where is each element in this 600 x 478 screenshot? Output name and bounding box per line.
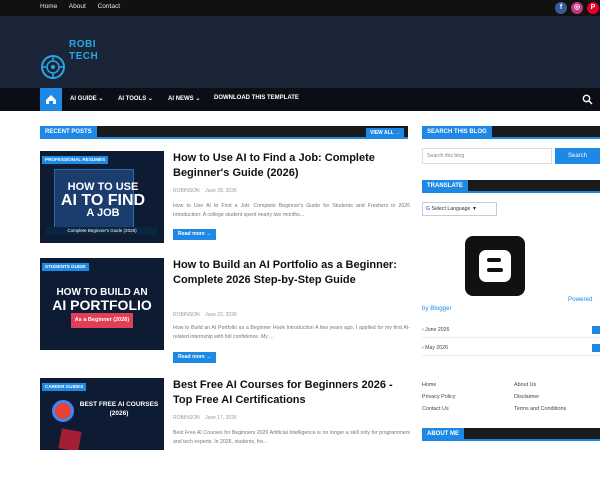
search-button[interactable]: Search (555, 148, 600, 164)
read-more-button[interactable]: Read more → (173, 352, 217, 363)
nav-download-template[interactable]: DOWNLOAD THIS TEMPLATE (214, 95, 299, 101)
top-bar: Home About Contact f ◎ P (0, 0, 600, 16)
post-thumbnail[interactable]: PROFESSIONAL RESUMES HOW TO USE AI TO FI… (40, 151, 164, 243)
archive-label: › May 2026 (422, 345, 448, 351)
thumb-line: (2026) (109, 410, 129, 417)
post-excerpt: How to Build an AI Portfolio as a Beginn… (173, 325, 410, 340)
recent-posts-title: RECENT POSTS (40, 126, 97, 139)
nav-ai-tools[interactable]: AI TOOLS ⌄ (118, 95, 153, 102)
translate-title: TRANSLATE (422, 180, 468, 193)
post-category-badge[interactable]: PROFESSIONAL RESUMES (42, 156, 109, 164)
thumb-line: BEST FREE AI COURSES (79, 401, 159, 408)
nav-ai-guide[interactable]: AI GUIDE ⌄ (70, 95, 103, 102)
post-thumbnail[interactable]: CAREER GUIDES BEST FREE AI COURSES (2026… (40, 378, 164, 450)
instagram-icon[interactable]: ◎ (571, 2, 583, 14)
blogger-b-bar (487, 258, 501, 262)
post-excerpt: How to Use AI to Find a Job: Complete Be… (173, 203, 410, 218)
site-header: ROBI TECH (0, 16, 600, 88)
post-category-badge[interactable]: STUDENTS GUIDE (42, 263, 89, 271)
archive-item[interactable]: › May 2026 (422, 342, 600, 356)
page-link-about[interactable]: About Us (514, 382, 536, 388)
search-blog-title: SEARCH THIS BLOG (422, 126, 492, 139)
blogger-b-shape (479, 250, 511, 282)
harvard-logo-icon (58, 428, 82, 450)
blogger-b-bar (487, 268, 503, 272)
facebook-icon[interactable]: f (555, 2, 567, 14)
search-icon[interactable] (582, 94, 593, 105)
language-select-label: Select Language ▼ (431, 206, 478, 212)
post-meta: ROBINSON June 17, 2026 (173, 415, 237, 421)
nav-ai-news[interactable]: AI NEWS ⌄ (168, 95, 200, 102)
post-card: CAREER GUIDES BEST FREE AI COURSES (2026… (40, 378, 410, 478)
thumb-line: AI TO FIND (60, 192, 146, 209)
top-link-about[interactable]: About (69, 3, 86, 10)
page-link-disclaimer[interactable]: Disclaimer (514, 394, 539, 400)
search-input[interactable]: Search this blog (422, 148, 552, 164)
post-meta: ROBINSON June 22, 2026 (173, 312, 237, 318)
read-more-button[interactable]: Read more → (173, 229, 217, 240)
archive-label: › June 2026 (422, 327, 450, 333)
translate-header: TRANSLATE (422, 180, 600, 193)
view-all-button[interactable]: VIEW ALL → (366, 128, 404, 137)
language-select[interactable]: G Select Language ▼ (422, 202, 497, 216)
site-logo-text[interactable]: ROBI TECH (69, 39, 98, 63)
recent-posts-header: RECENT POSTS VIEW ALL → (40, 126, 408, 139)
search-blog-header: SEARCH THIS BLOG (422, 126, 600, 139)
post-date: June 28, 2026 (205, 188, 237, 194)
about-me-header: ABOUT ME (422, 428, 600, 441)
post-card: PROFESSIONAL RESUMES HOW TO USE AI TO FI… (40, 151, 410, 251)
post-category-badge[interactable]: CAREER GUIDES (42, 383, 87, 391)
post-thumbnail[interactable]: STUDENTS GUIDE HOW TO BUILD AN AI PORTFO… (40, 258, 164, 350)
top-links: Home About Contact (40, 3, 130, 10)
archive-item[interactable]: › June 2026 (422, 324, 600, 338)
post-author[interactable]: ROBINSON (173, 312, 200, 318)
thumb-subtitle: Complete Beginner's Guide (2026) (46, 227, 158, 235)
thumb-line: AI PORTFOLIO (52, 297, 152, 313)
post-author[interactable]: ROBINSON (173, 188, 200, 194)
brand-line-2: TECH (69, 51, 99, 62)
top-link-home[interactable]: Home (40, 3, 57, 10)
page-link-contact[interactable]: Contact Us (422, 406, 449, 412)
archive-count-badge (592, 326, 600, 334)
google-logo-icon (52, 400, 74, 422)
post-title[interactable]: How to Build an AI Portfolio as a Beginn… (173, 258, 410, 288)
post-title[interactable]: How to Use AI to Find a Job: Complete Be… (173, 151, 410, 181)
brand-line-1: ROBI (69, 39, 96, 50)
thumb-title: HOW TO USE AI TO FIND A JOB (44, 181, 162, 220)
page-link-terms[interactable]: Terms and Conditions (514, 406, 566, 412)
powered-by-label[interactable]: Powered (568, 296, 592, 303)
google-g-icon: G (426, 206, 431, 212)
brain-chip-icon[interactable] (40, 54, 66, 80)
blogger-link[interactable]: by Blogger (422, 305, 452, 312)
pinterest-icon[interactable]: P (587, 2, 599, 14)
archive-count-badge (592, 344, 600, 352)
home-icon (46, 95, 56, 104)
post-title[interactable]: Best Free AI Courses for Beginners 2026 … (173, 378, 410, 408)
post-author[interactable]: ROBINSON (173, 415, 200, 421)
thumb-title: HOW TO BUILD AN AI PORTFOLIO As a Beginn… (46, 286, 158, 328)
page-link-home[interactable]: Home (422, 382, 436, 388)
nav-home-button[interactable] (40, 88, 62, 111)
main-nav: AI GUIDE ⌄ AI TOOLS ⌄ AI NEWS ⌄ DOWNLOAD… (0, 88, 600, 111)
about-me-title: ABOUT ME (422, 428, 464, 441)
post-card: STUDENTS GUIDE HOW TO BUILD AN AI PORTFO… (40, 258, 410, 363)
post-date: June 17, 2026 (205, 415, 237, 421)
post-date: June 22, 2026 (205, 312, 237, 318)
page-link-privacy[interactable]: Privacy Policy (422, 394, 456, 400)
thumb-line: As a Beginner (2026) (70, 313, 134, 328)
top-link-contact[interactable]: Contact (98, 3, 120, 10)
thumb-title: BEST FREE AI COURSES (2026) (78, 400, 160, 418)
post-excerpt: Best Free AI Courses for Beginners 2026 … (173, 430, 410, 445)
post-meta: ROBINSON June 28, 2026 (173, 188, 237, 194)
blogger-logo-icon[interactable] (465, 236, 525, 296)
